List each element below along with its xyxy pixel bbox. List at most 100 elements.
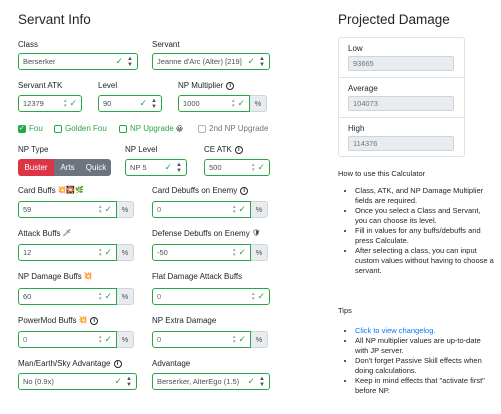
spinner-icon[interactable]: ▲ ▼	[231, 98, 235, 108]
average-value: 104073	[348, 96, 454, 111]
fou-checkbox[interactable]: Fou	[18, 124, 43, 133]
howto-item: After selecting a class, you can input c…	[355, 246, 494, 276]
class-label: Class	[18, 40, 39, 49]
np-type-arts[interactable]: Arts	[54, 159, 81, 176]
percent-addon: %	[117, 201, 134, 218]
spinner-icon[interactable]: ▲ ▼	[232, 334, 236, 344]
flat-damage-input[interactable]: 0 ▲ ▼ ✓	[152, 288, 270, 305]
spinner-icon[interactable]: ▲ ▼	[98, 291, 102, 301]
tips-item: Don't forget Passive Skill effects when …	[355, 356, 494, 376]
attack-buffs-value: 12	[23, 248, 32, 257]
spinner-icon[interactable]: ▲ ▼	[98, 334, 102, 344]
attack-buffs-input[interactable]: 12 ▲ ▼ ✓	[18, 244, 117, 261]
attack-buffs-label: Attack Buffs 🗡	[18, 229, 71, 239]
info-icon[interactable]: i	[240, 186, 249, 195]
info-icon[interactable]: i	[90, 317, 99, 325]
atk-input[interactable]: 12379 ▲ ▼ ✓	[18, 95, 82, 112]
np-level-label: NP Level	[125, 145, 158, 154]
projected-damage-panel: Low 93665 Average 104073 High 114376	[338, 37, 465, 157]
checkbox-checked-icon	[18, 124, 26, 133]
check-icon: ✓	[238, 247, 246, 257]
servant-info-heading: Servant Info	[18, 12, 91, 27]
card-debuffs-input[interactable]: 0 ▲ ▼ ✓	[152, 201, 251, 218]
np-multiplier-label-text: NP Multiplier	[178, 81, 224, 90]
powermod-label-text: PowerMod Buffs	[18, 316, 77, 326]
atk-label: Servant ATK	[18, 81, 63, 90]
percent-addon: %	[251, 244, 268, 261]
class-select[interactable]: Berserker ✓ ▲ ▼	[18, 53, 138, 70]
mesa-advantage-select[interactable]: No (0.9x) ✓ ▲ ▼	[18, 373, 137, 390]
powermod-input[interactable]: 0 ▲ ▼ ✓	[18, 331, 117, 348]
info-icon[interactable]: i	[226, 81, 235, 90]
check-icon: ✓	[115, 56, 124, 66]
np-upgrade-checkbox[interactable]: NP Upgrade 😀	[119, 124, 183, 133]
high-value: 114376	[348, 136, 454, 151]
defense-debuffs-label: Defense Debuffs on Enemy 🛡	[152, 229, 261, 239]
np-extra-damage-input[interactable]: 0 ▲ ▼ ✓	[152, 331, 251, 348]
np-extra-damage-label: NP Extra Damage	[152, 316, 217, 325]
golden-fou-label: Golden Fou	[65, 124, 107, 133]
spinner-icon[interactable]: ▲ ▼	[63, 98, 67, 108]
changelog-link[interactable]: Click to view changelog.	[355, 326, 435, 335]
tips-heading: Tips	[338, 306, 352, 315]
spinner-icon[interactable]: ▲ ▼	[251, 291, 255, 301]
sword-icon: 🗡	[62, 230, 72, 237]
info-icon[interactable]: i	[234, 145, 243, 154]
level-select[interactable]: 90 ✓ ▲ ▼	[98, 95, 162, 112]
level-value: 90	[103, 99, 112, 108]
np-multiplier-input[interactable]: 1000 ▲ ▼ ✓	[178, 95, 250, 112]
powermod-label: PowerMod Buffs 💥 i	[18, 316, 99, 326]
checkbox-icon	[54, 124, 62, 133]
tips-item-changelog: Click to view changelog.	[355, 326, 494, 336]
servant-label: Servant	[152, 40, 180, 49]
percent-addon: %	[117, 244, 134, 261]
advantage-select[interactable]: Berserker, AlterEgo (1.5) ✓ ▲ ▼	[152, 373, 270, 390]
check-icon: ✓	[164, 162, 173, 172]
spinner-icon[interactable]: ▲ ▼	[98, 204, 102, 214]
check-icon: ✓	[247, 56, 256, 66]
servant-select[interactable]: Jeanne d'Arc (Alter) [219] ✓ ▲ ▼	[152, 53, 270, 70]
checkbox-icon	[119, 124, 127, 133]
np-damage-buffs-input[interactable]: 60 ▲ ▼ ✓	[18, 288, 117, 305]
np-type-group: Buster Arts Quick	[18, 159, 111, 176]
np-level-value: NP 5	[130, 163, 147, 172]
check-icon: ✓	[237, 98, 245, 108]
np-type-buster[interactable]: Buster	[18, 159, 54, 176]
low-row: Low 93665	[339, 38, 464, 78]
np-damage-buffs-label-text: NP Damage Buffs	[18, 272, 82, 282]
spinner-icon[interactable]: ▲ ▼	[98, 247, 102, 257]
card-buffs-label-text: Card Buffs	[18, 186, 56, 196]
spinner-icon[interactable]: ▲ ▼	[232, 204, 236, 214]
percent-addon: %	[250, 95, 267, 112]
check-icon: ✓	[247, 376, 256, 386]
advantage-label: Advantage	[152, 359, 191, 368]
card-buffs-input[interactable]: 59 ▲ ▼ ✓	[18, 201, 117, 218]
np-damage-buffs-label: NP Damage Buffs 💥	[18, 272, 92, 282]
ce-atk-input[interactable]: 500 ▲ ▼ ✓	[204, 159, 270, 176]
low-label: Low	[348, 44, 363, 53]
spinner-icon[interactable]: ▲ ▼	[232, 247, 236, 257]
caret-icon: ▲ ▼	[127, 55, 133, 68]
np-type-quick[interactable]: Quick	[81, 159, 111, 176]
defense-debuffs-label-text: Defense Debuffs on Enemy	[152, 229, 250, 239]
check-icon: ✓	[104, 291, 112, 301]
np-level-select[interactable]: NP 5 ✓ ▲ ▼	[125, 159, 187, 176]
flat-damage-value: 0	[157, 292, 162, 301]
checkbox-icon	[198, 124, 206, 133]
defense-debuffs-input[interactable]: -50 ▲ ▼ ✓	[152, 244, 251, 261]
info-icon[interactable]: i	[113, 359, 122, 368]
np-upgrade-label: NP Upgrade	[130, 124, 174, 133]
low-value: 93665	[348, 56, 454, 71]
spinner-icon[interactable]: ▲ ▼	[251, 162, 255, 172]
attack-buffs-label-text: Attack Buffs	[18, 229, 61, 239]
high-label: High	[348, 124, 365, 133]
howto-item: Once you select a Class and Servant, you…	[355, 206, 494, 226]
golden-fou-checkbox[interactable]: Golden Fou	[54, 124, 107, 133]
check-icon: ✓	[114, 376, 123, 386]
howto-heading: How to use this Calculator	[338, 169, 426, 178]
level-label: Level	[98, 81, 118, 90]
card-buffs-label: Card Buffs 💥🎇🌿	[18, 186, 84, 196]
powermod-value: 0	[23, 335, 28, 344]
percent-addon: %	[251, 201, 268, 218]
second-np-upgrade-checkbox[interactable]: 2nd NP Upgrade	[198, 124, 268, 133]
